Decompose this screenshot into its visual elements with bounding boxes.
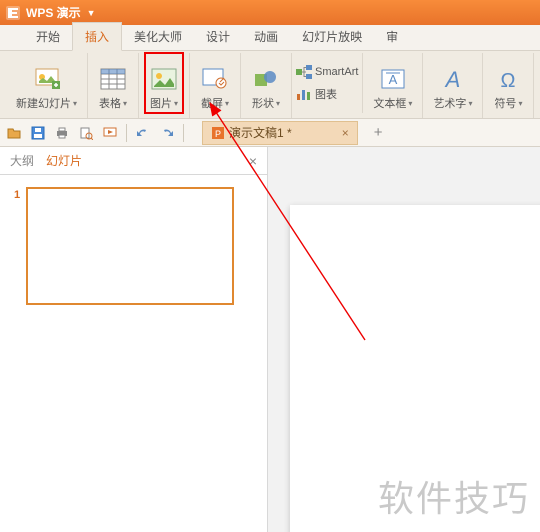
symbol-button[interactable]: Ω 符号▾ <box>489 53 527 113</box>
outline-tabs: 大纲 幻灯片 × <box>0 147 267 175</box>
textbox-button[interactable]: A 文本框▾ <box>369 53 416 113</box>
slide-thumbnails: 1 <box>0 175 267 532</box>
dropdown-arrow-icon: ▾ <box>518 99 522 108</box>
dropdown-arrow-icon: ▾ <box>468 99 472 108</box>
wordart-button[interactable]: A 艺术字▾ <box>429 53 476 113</box>
app-logo-icon <box>4 4 22 22</box>
dropdown-arrow-icon: ▾ <box>276 99 280 108</box>
outline-tab-outline[interactable]: 大纲 <box>10 152 34 169</box>
svg-text:Ω: Ω <box>501 70 516 91</box>
wordart-icon: A <box>438 65 468 93</box>
slide-thumb[interactable]: 1 <box>14 187 253 305</box>
dropdown-arrow-icon: ▾ <box>123 99 127 108</box>
qat-undo-icon[interactable] <box>135 125 151 141</box>
new-slide-label: 新建幻灯片 <box>16 95 71 111</box>
outline-tab-slides[interactable]: 幻灯片 <box>46 152 82 169</box>
chart-icon <box>296 86 312 102</box>
shape-label: 形状 <box>252 95 274 111</box>
close-tab-icon[interactable]: × <box>342 126 349 140</box>
table-button[interactable]: 表格▾ <box>94 53 132 113</box>
table-icon <box>98 65 128 93</box>
textbox-label: 文本框 <box>373 95 406 111</box>
ribbon-tab-bar: 开始 插入 美化大师 设计 动画 幻灯片放映 审 <box>0 25 540 51</box>
tab-animation[interactable]: 动画 <box>242 23 290 50</box>
tab-design[interactable]: 设计 <box>194 23 242 50</box>
app-menu-arrow-icon[interactable]: ▼ <box>87 8 96 18</box>
app-name: WPS 演示 <box>26 4 81 21</box>
qat-printpreview-icon[interactable] <box>78 125 94 141</box>
symbol-icon: Ω <box>493 65 523 93</box>
dropdown-arrow-icon: ▾ <box>408 99 412 108</box>
textbox-icon: A <box>378 65 408 93</box>
svg-text:P: P <box>215 129 221 139</box>
tab-review[interactable]: 审 <box>374 23 410 50</box>
screenshot-icon <box>200 65 230 93</box>
qat-redo-icon[interactable] <box>159 125 175 141</box>
image-icon <box>149 65 179 93</box>
shape-button[interactable]: 形状▾ <box>247 53 285 113</box>
svg-text:A: A <box>389 72 398 87</box>
tab-slideshow[interactable]: 幻灯片放映 <box>290 23 374 50</box>
smartart-icon <box>296 64 312 80</box>
shape-icon <box>251 65 281 93</box>
image-button[interactable]: 图片▾ <box>145 53 183 113</box>
screenshot-label: 截屏 <box>201 95 223 111</box>
chart-label: 图表 <box>315 86 337 102</box>
tab-beautify[interactable]: 美化大师 <box>122 23 194 50</box>
chart-button[interactable]: 图表 <box>296 84 358 104</box>
qat-print-icon[interactable] <box>54 125 70 141</box>
qat-save-icon[interactable] <box>30 125 46 141</box>
qat-slideshow-icon[interactable] <box>102 125 118 141</box>
ribbon: 新建幻灯片▾ 表格▾ 图片▾ 截屏▾ 形 <box>0 51 540 119</box>
svg-text:A: A <box>444 67 461 91</box>
document-title: 演示文稿1 * <box>229 124 292 141</box>
dropdown-arrow-icon: ▾ <box>174 99 178 108</box>
table-label: 表格 <box>99 95 121 111</box>
wordart-label: 艺术字 <box>433 95 466 111</box>
quick-access-bar: P 演示文稿1 * × + <box>0 119 540 147</box>
tab-spacer <box>0 40 24 50</box>
screenshot-button[interactable]: 截屏▾ <box>196 53 234 113</box>
slide-preview <box>26 187 234 305</box>
qat-open-icon[interactable] <box>6 125 22 141</box>
close-pane-icon[interactable]: × <box>249 153 257 169</box>
dropdown-arrow-icon: ▾ <box>225 99 229 108</box>
dropdown-arrow-icon: ▾ <box>73 99 77 108</box>
tab-start[interactable]: 开始 <box>24 23 72 50</box>
presentation-file-icon: P <box>211 126 225 140</box>
smartart-button[interactable]: SmartArt <box>296 62 358 82</box>
slide-number: 1 <box>14 189 20 201</box>
new-slide-icon <box>32 65 62 93</box>
watermark: 软件技巧 <box>378 470 530 522</box>
document-tab[interactable]: P 演示文稿1 * × <box>202 121 358 145</box>
smartart-label: SmartArt <box>315 66 358 78</box>
new-slide-button[interactable]: 新建幻灯片▾ <box>12 53 81 113</box>
tab-insert[interactable]: 插入 <box>72 22 122 51</box>
image-label: 图片 <box>150 95 172 111</box>
outline-pane: 大纲 幻灯片 × 1 <box>0 147 268 532</box>
separator <box>183 124 184 142</box>
quick-access-toolbar <box>6 124 184 142</box>
symbol-label: 符号 <box>494 95 516 111</box>
separator <box>126 124 127 142</box>
add-tab-button[interactable]: + <box>374 124 383 141</box>
